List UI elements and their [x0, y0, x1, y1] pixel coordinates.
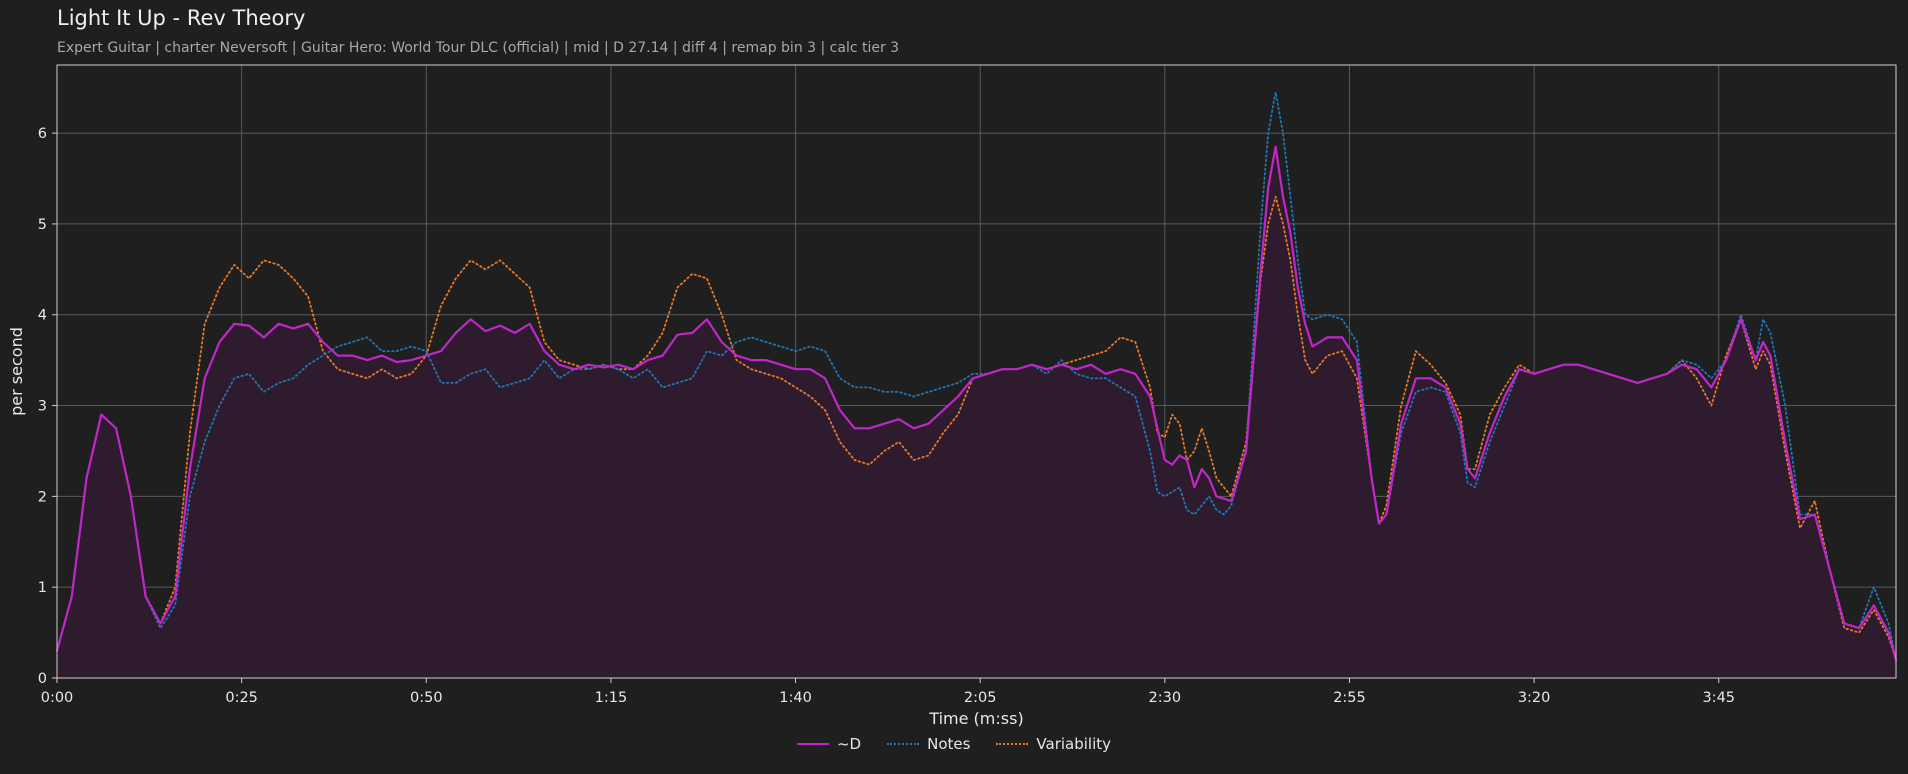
y-tick-label: 5: [38, 217, 47, 233]
x-tick-label: 1:15: [595, 690, 628, 706]
x-tick-label: 0:00: [41, 690, 74, 706]
legend-label: Notes: [927, 735, 971, 753]
x-tick-label: 2:30: [1149, 690, 1182, 706]
legend-item: ~D: [796, 735, 862, 753]
y-tick-label: 1: [38, 580, 47, 596]
x-tick-label: 0:25: [225, 690, 258, 706]
x-tick-label: 1:40: [779, 690, 812, 706]
x-tick-label: 0:50: [410, 690, 443, 706]
area-fill-layer: [57, 146, 1896, 678]
line-chart: 0:00 0:25 0:50 1:15 1:40 2:05 2:30 2:55 3:20 3:45…: [7, 64, 1898, 728]
x-tick-label: 2:55: [1333, 690, 1366, 706]
chart-legend: ~D Notes Variability: [0, 735, 1908, 753]
legend-swatch: [887, 743, 920, 745]
y-axis-ticks: 0 1 2 3 4 5 6: [38, 126, 57, 687]
x-axis-label: Time (m:ss): [928, 709, 1023, 728]
y-axis-label: per second: [7, 327, 26, 416]
y-tick-label: 6: [38, 126, 47, 142]
legend-label: Variability: [1036, 735, 1112, 753]
x-tick-label: 2:05: [964, 690, 997, 706]
series-area-fill: [57, 146, 1896, 678]
x-tick-label: 3:45: [1702, 690, 1735, 706]
y-tick-label: 0: [38, 671, 47, 687]
legend-label: ~D: [836, 735, 862, 753]
legend-swatch: [996, 743, 1029, 745]
y-tick-label: 4: [38, 308, 47, 324]
legend-swatch: [796, 743, 829, 745]
legend-item: Notes: [887, 735, 970, 753]
legend-item: Variability: [996, 735, 1111, 753]
y-tick-label: 3: [38, 399, 47, 415]
x-axis-ticks: 0:00 0:25 0:50 1:15 1:40 2:05 2:30 2:55 3:20 3:45: [41, 678, 1735, 706]
x-tick-label: 3:20: [1518, 690, 1551, 706]
y-tick-label: 2: [38, 489, 47, 505]
